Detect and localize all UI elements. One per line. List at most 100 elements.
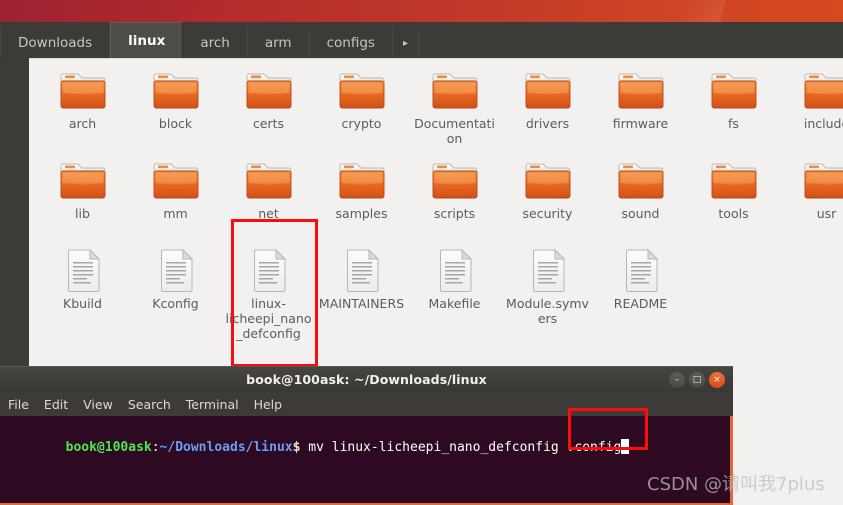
terminal-window: book@100ask: ~/Downloads/linux – □ × Fil… [0,366,733,505]
item-label: security [522,206,573,221]
file-manager-content: arch block certs crypto Documentation dr… [29,58,843,382]
file-item[interactable]: Module.symvers [501,245,594,335]
folder-item[interactable]: tools [687,155,780,245]
menu-item-search[interactable]: Search [128,397,171,412]
item-label: Documentation [414,116,495,146]
prompt-path: ~/Downloads/linux [159,440,293,455]
file-icon [59,248,107,292]
folder-icon [803,68,843,112]
menu-item-terminal[interactable]: Terminal [186,397,239,412]
folder-icon [710,68,758,112]
folder-icon [617,68,665,112]
folder-icon [59,158,107,202]
item-label: crypto [341,116,382,131]
folder-item[interactable]: mm [129,155,222,245]
item-label: Kbuild [63,296,102,311]
breadcrumb-tab-configs[interactable]: configs [309,28,393,58]
folder-item[interactable]: Documentation [408,65,501,155]
menu-item-help[interactable]: Help [254,397,283,412]
item-label: firmware [612,116,669,131]
item-label: sound [621,206,660,221]
folder-item[interactable]: fs [687,65,780,155]
minimize-icon[interactable]: – [669,372,685,388]
breadcrumb: Downloads linux arch arm configs [0,22,393,58]
folder-item[interactable]: sound [594,155,687,245]
folder-icon [803,158,843,202]
window-controls: – □ × [669,372,725,388]
item-label: linux-licheepi_nano_defconfig [225,296,312,341]
item-label: block [158,116,193,131]
folder-icon [617,158,665,202]
file-item[interactable]: README [594,245,687,335]
folder-item[interactable]: net [222,155,315,245]
terminal-prompt-line: book@100ask:~/Downloads/linux$ mv linux-… [3,422,730,473]
item-label: drivers [525,116,570,131]
file-icon [152,248,200,292]
item-label: scripts [433,206,476,221]
item-label: Module.symvers [506,296,589,326]
item-label: tools [718,206,749,221]
file-icon [617,248,665,292]
maximize-icon[interactable]: □ [689,372,705,388]
file-icon [524,248,572,292]
file-icon [338,248,386,292]
file-item[interactable]: Kbuild [36,245,129,335]
folder-item[interactable]: samples [315,155,408,245]
item-label: usr [816,206,837,221]
folder-icon [431,68,479,112]
file-item[interactable]: linux-licheepi_nano_defconfig [222,245,315,341]
close-icon[interactable]: × [709,372,725,388]
desktop-wallpaper [0,0,843,22]
file-item[interactable]: Makefile [408,245,501,335]
breadcrumb-tab-downloads[interactable]: Downloads [0,28,111,58]
terminal-menubar: File Edit View Search Terminal Help [0,392,733,416]
folder-icon [59,68,107,112]
item-label: README [613,296,668,311]
item-label: samples [335,206,388,221]
breadcrumb-tab-arm[interactable]: arm [247,28,310,58]
terminal-command-target: .config [558,440,622,455]
folder-item[interactable]: include [780,65,843,155]
folder-item[interactable]: block [129,65,222,155]
folder-item[interactable]: scripts [408,155,501,245]
folder-item[interactable]: drivers [501,65,594,155]
item-label: Kconfig [152,296,199,311]
item-label: lib [75,206,90,221]
file-manager-window: Downloadslinuxarcharmconfigs ▸ arch [0,22,843,382]
file-manager-sidebar[interactable] [0,58,29,382]
terminal-cursor [621,439,630,454]
folder-icon [245,158,293,202]
folder-icon [710,158,758,202]
folder-item[interactable]: crypto [315,65,408,155]
folder-item[interactable]: usr [780,155,843,245]
menu-item-file[interactable]: File [8,397,29,412]
folder-icon [431,158,479,202]
file-item[interactable]: Kconfig [129,245,222,335]
folder-item[interactable]: firmware [594,65,687,155]
terminal-titlebar[interactable]: book@100ask: ~/Downloads/linux – □ × [0,366,733,392]
file-icon-grid: arch block certs crypto Documentation dr… [29,59,843,383]
folder-icon [152,158,200,202]
breadcrumb-overflow-arrow-icon[interactable]: ▸ [392,28,419,58]
folder-item[interactable]: certs [222,65,315,155]
folder-item[interactable]: arch [36,65,129,155]
terminal-body[interactable]: book@100ask:~/Downloads/linux$ mv linux-… [0,416,733,505]
menu-item-edit[interactable]: Edit [44,397,68,412]
item-label: MAINTAINERS [318,296,405,311]
breadcrumb-tab-linux[interactable]: linux [110,22,184,58]
file-icon [245,248,293,292]
item-label: Makefile [428,296,481,311]
terminal-command-prefix: mv linux-licheepi_nano_defconfig [300,440,559,455]
file-icon [431,248,479,292]
item-label: arch [68,116,97,131]
screen-root: Downloadslinuxarcharmconfigs ▸ arch [0,0,843,505]
item-label: net [258,206,279,221]
folder-icon [338,68,386,112]
menu-item-view[interactable]: View [83,397,113,412]
file-item[interactable]: MAINTAINERS [315,245,408,335]
item-label: include [803,116,843,131]
folder-item[interactable]: lib [36,155,129,245]
folder-icon [524,158,572,202]
folder-item[interactable]: security [501,155,594,245]
breadcrumb-tab-arch[interactable]: arch [183,28,248,58]
